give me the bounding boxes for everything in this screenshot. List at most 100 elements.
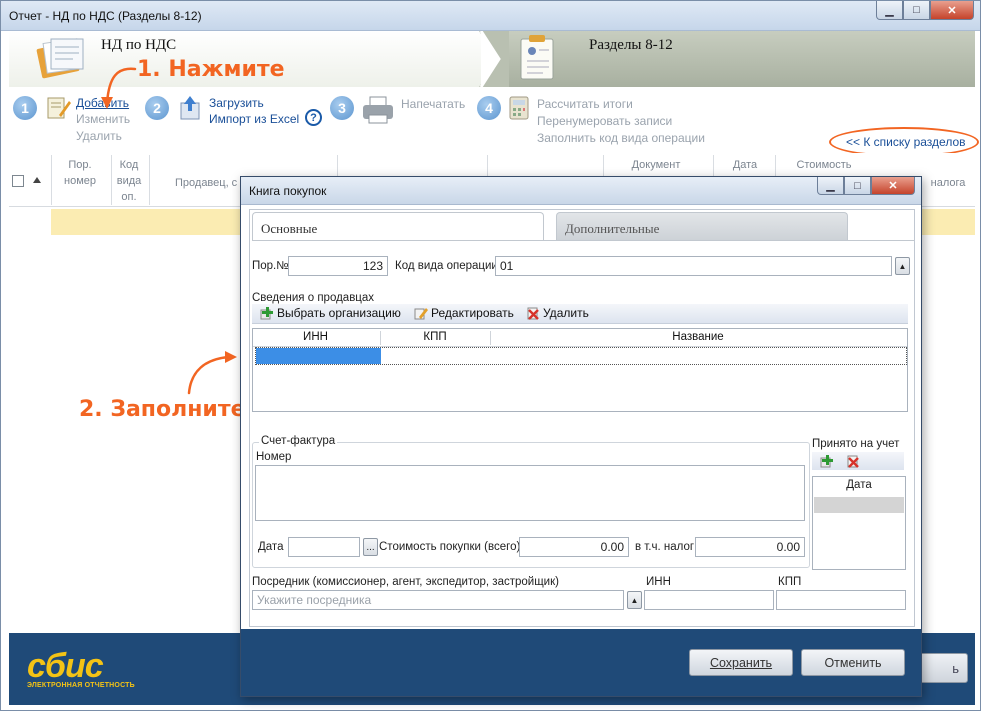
invoice-number-label: Номер xyxy=(256,451,292,463)
sellers-section-label: Сведения о продавцах xyxy=(252,292,375,304)
edit-pencil-icon xyxy=(414,308,428,320)
operation-code-input[interactable]: 01 xyxy=(495,256,892,276)
accepted-add-icon[interactable] xyxy=(820,454,834,468)
dialog-title-bar: Книга покупок ▁ □ ✕ xyxy=(241,177,921,205)
maximize-button[interactable]: □ xyxy=(903,1,930,20)
delete-seller-button[interactable]: Удалить xyxy=(526,306,589,320)
grid-col-sep xyxy=(111,155,112,205)
sellers-table-header: ИНН КПП Название xyxy=(253,329,907,347)
purchase-cost-input[interactable]: 0.00 xyxy=(519,537,629,557)
calculator-icon xyxy=(509,96,529,120)
sellers-table: ИНН КПП Название xyxy=(252,328,908,412)
dialog-body: Основные Дополнительные Пор.№ 123 Код ви… xyxy=(249,209,915,627)
save-button[interactable]: Сохранить xyxy=(689,649,793,676)
select-organization-button[interactable]: Выбрать организацию xyxy=(260,306,401,320)
sbis-logo-subtitle: ЭЛЕКТРОННАЯ ОТЧЕТНОСТЬ xyxy=(27,682,135,689)
por-number-label: Пор.№ xyxy=(252,260,289,272)
wizard-arrow-icon xyxy=(479,31,509,87)
select-all-checkbox[interactable] xyxy=(12,175,24,187)
step-number-1: 1 xyxy=(13,96,37,120)
sellers-col-name: Название xyxy=(672,331,724,343)
intermediary-inn-label: ИНН xyxy=(646,576,671,588)
operation-code-label: Код вида операции xyxy=(395,260,498,272)
dialog-footer: Сохранить Отменить xyxy=(241,629,921,696)
por-number-input[interactable]: 123 xyxy=(288,256,388,276)
import-excel-link[interactable]: Импорт из Excel xyxy=(209,112,299,126)
add-document-icon xyxy=(47,97,71,119)
grid-header-document: Документ xyxy=(631,159,681,171)
edit-seller-button[interactable]: Редактировать xyxy=(414,306,514,320)
tax-included-label: в т.ч. налог xyxy=(635,541,695,553)
footer-partial-button[interactable]: ь xyxy=(914,653,968,683)
tab-divider xyxy=(252,240,914,241)
grid-col-sep xyxy=(149,155,150,205)
wizard-step-right-label: Разделы 8-12 xyxy=(589,37,673,53)
window-controls: ▁ □ ✕ xyxy=(876,1,974,20)
sort-arrow-icon[interactable] xyxy=(33,177,41,183)
tax-included-input[interactable]: 0.00 xyxy=(695,537,805,557)
add-green-icon xyxy=(260,307,273,320)
delete-seller-label: Удалить xyxy=(543,306,589,320)
selected-cell[interactable] xyxy=(256,348,381,364)
fill-operation-code-link[interactable]: Заполнить код вида операции xyxy=(537,131,705,145)
accepted-delete-icon[interactable] xyxy=(846,454,860,468)
tab-additional[interactable]: Дополнительные xyxy=(556,212,848,240)
cancel-button[interactable]: Отменить xyxy=(801,649,905,676)
step-number-4: 4 xyxy=(477,96,501,120)
close-button[interactable]: ✕ xyxy=(930,1,974,20)
dialog-minimize-button[interactable]: ▁ xyxy=(817,177,844,195)
accepted-table: Дата xyxy=(812,476,906,570)
annotation-step1: 1. Нажмите xyxy=(137,57,285,82)
purchase-cost-label: Стоимость покупки (всего) xyxy=(379,541,521,553)
intermediary-select-button[interactable]: ▲ xyxy=(627,591,642,609)
intermediary-kpp-input[interactable] xyxy=(776,590,906,610)
dialog-title: Книга покупок xyxy=(249,184,327,198)
accepted-col-date: Дата xyxy=(846,479,872,491)
upload-icon xyxy=(180,96,200,120)
wizard-step-right[interactable] xyxy=(489,31,975,87)
calc-totals-link[interactable]: Рассчитать итоги xyxy=(537,97,633,111)
invoice-group: Счет-фактура Номер Дата ... Стоимость по… xyxy=(252,435,810,568)
dialog-close-button[interactable]: ✕ xyxy=(871,177,915,195)
delete-red-icon xyxy=(527,307,539,320)
grid-header-date: Дата xyxy=(732,159,758,171)
edit-seller-label: Редактировать xyxy=(431,306,514,320)
sellers-toolbar: Выбрать организацию Редактировать Удалит… xyxy=(252,304,908,324)
annotation-arrow-2-icon xyxy=(187,351,237,395)
date-picker-button[interactable]: ... xyxy=(363,538,378,556)
edit-link[interactable]: Изменить xyxy=(76,112,130,126)
invoice-date-input[interactable] xyxy=(288,537,360,557)
intermediary-label: Посредник (комиссионер, агент, экспедито… xyxy=(252,576,559,588)
sellers-table-row[interactable] xyxy=(255,347,907,365)
print-link[interactable]: Напечатать xyxy=(401,97,465,111)
clipboard-user-icon xyxy=(520,35,554,80)
accepted-table-row[interactable] xyxy=(814,497,904,513)
grid-header-por: Пор. номер xyxy=(64,159,96,187)
intermediary-inn-input[interactable] xyxy=(644,590,774,610)
dialog-window-controls: ▁ □ ✕ xyxy=(817,177,915,195)
intermediary-kpp-label: КПП xyxy=(778,576,802,588)
intermediary-input[interactable]: Укажите посредника xyxy=(252,590,624,610)
accepted-toolbar xyxy=(812,452,904,470)
sellers-col-kpp: КПП xyxy=(423,331,447,343)
tab-main[interactable]: Основные xyxy=(252,212,544,240)
minimize-button[interactable]: ▁ xyxy=(876,1,903,20)
save-button-label: Сохранить xyxy=(709,655,773,670)
operation-code-select-button[interactable]: ▲ xyxy=(895,257,910,275)
invoice-number-input[interactable] xyxy=(255,465,805,521)
window-title: Отчет - НД по НДС (Разделы 8-12) xyxy=(9,9,202,23)
sellers-col-inn: ИНН xyxy=(303,331,328,343)
annotation-arrow-1-icon xyxy=(101,67,137,109)
renumber-link[interactable]: Перенумеровать записи xyxy=(537,114,672,128)
documents-icon xyxy=(36,38,84,79)
select-organization-label: Выбрать организацию xyxy=(277,306,401,320)
printer-icon xyxy=(363,96,393,124)
grid-col-sep xyxy=(51,155,52,205)
accepted-label: Принято на учет xyxy=(812,438,900,450)
dialog-maximize-button[interactable]: □ xyxy=(844,177,871,195)
help-icon[interactable]: ? xyxy=(305,109,322,126)
wizard-step-left-label: НД по НДС xyxy=(101,37,177,53)
purchase-book-dialog: Книга покупок ▁ □ ✕ Основные Дополнитель… xyxy=(240,176,922,697)
load-link[interactable]: Загрузить xyxy=(209,96,264,110)
delete-link[interactable]: Удалить xyxy=(76,129,122,143)
